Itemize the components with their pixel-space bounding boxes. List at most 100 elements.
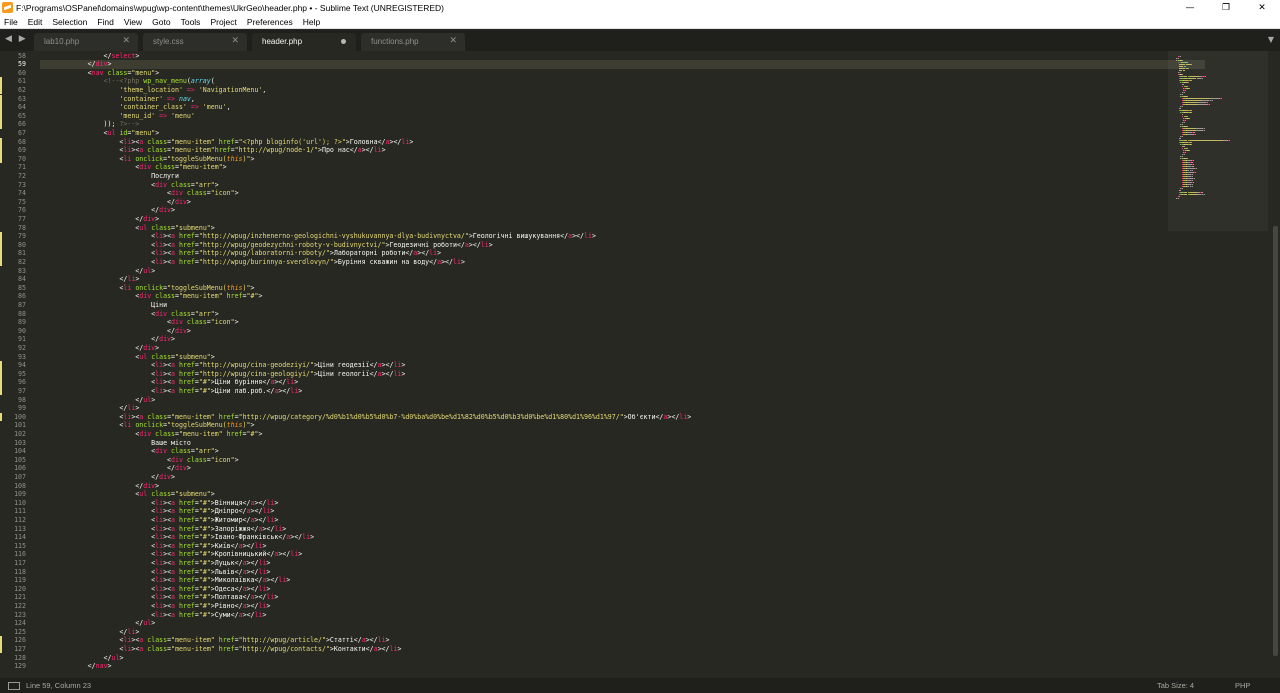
tab-close-icon[interactable]: ✕: [231, 36, 239, 46]
code-line[interactable]: <li><a class="menu-item"href="http://wpu…: [40, 146, 385, 155]
code-line[interactable]: <ul class="submenu">: [40, 224, 214, 233]
code-line[interactable]: Ваше місто: [40, 439, 191, 448]
code-line[interactable]: </ul>: [40, 267, 155, 276]
code-line[interactable]: </ul>: [40, 619, 155, 628]
code-line[interactable]: </div>: [40, 60, 112, 69]
minimap[interactable]: [1168, 51, 1268, 678]
code-line[interactable]: <ul class="submenu">: [40, 353, 214, 362]
code-line[interactable]: <li><a href="http://wpug/geodezychni-rob…: [40, 241, 493, 250]
code-line[interactable]: </div>: [40, 327, 191, 336]
tab-header[interactable]: header.php: [252, 33, 356, 51]
code-line[interactable]: <li><a href="#">Луцьк</a></li>: [40, 559, 270, 568]
code-line[interactable]: <li><a class="menu-item" href="<?php blo…: [40, 138, 413, 147]
code-line[interactable]: <li><a href="#">Рівно</a></li>: [40, 602, 270, 611]
menu-help[interactable]: Help: [298, 17, 325, 27]
code-line[interactable]: </div>: [40, 206, 175, 215]
code-line[interactable]: <li><a href="#">Миколаївка</a></li>: [40, 576, 290, 585]
code-line[interactable]: <li><a href="http://wpug/laboratorni-rob…: [40, 249, 441, 258]
menu-edit[interactable]: Edit: [23, 17, 48, 27]
code-line[interactable]: </div>: [40, 215, 159, 224]
code-line[interactable]: Ціни: [40, 301, 167, 310]
code-line[interactable]: <li><a href="#">Ціни лаб.роб.</a></li>: [40, 387, 302, 396]
code-line[interactable]: </div>: [40, 198, 191, 207]
code-line[interactable]: Послуги: [40, 172, 179, 181]
syntax-indicator[interactable]: PHP: [1235, 681, 1250, 690]
code-line[interactable]: </ul>: [40, 396, 155, 405]
tab-functions[interactable]: functions.php ✕: [361, 33, 465, 51]
code-line[interactable]: 'theme_location' => 'NavigationMenu',: [40, 86, 266, 95]
code-line[interactable]: </select>: [40, 52, 140, 61]
code-line[interactable]: <li><a class="menu-item" href="http://wp…: [40, 636, 389, 645]
tab-close-icon[interactable]: ✕: [449, 36, 457, 46]
code-line[interactable]: <li><a href="#">Житомир</a></li>: [40, 516, 278, 525]
tab-close-icon[interactable]: ✕: [122, 36, 130, 46]
editor-area[interactable]: 58 59 60 61 62 63 64 65 66 67 68 69 70 71 72 73 74 75 76 77…: [0, 51, 1280, 678]
code-line[interactable]: 'menu_id' => 'menu': [40, 112, 194, 121]
code-line[interactable]: <nav class="menu">: [40, 69, 160, 78]
code-line[interactable]: <div class="menu-item">: [40, 163, 226, 172]
tab-lab10[interactable]: lab10.php ✕: [34, 33, 138, 51]
code-line[interactable]: )); ?>-->: [40, 120, 140, 129]
panel-toggle-icon[interactable]: [8, 681, 20, 690]
menu-goto[interactable]: Goto: [147, 17, 175, 27]
unsaved-dot-icon[interactable]: [341, 39, 346, 44]
menu-selection[interactable]: Selection: [47, 17, 92, 27]
code-line[interactable]: <li><a href="#">Запоріжжя</a></li>: [40, 525, 286, 534]
code-line[interactable]: <li><a href="http://wpug/inzhenerno-geol…: [40, 232, 596, 241]
menu-tools[interactable]: Tools: [176, 17, 206, 27]
menu-file[interactable]: File: [0, 17, 23, 27]
close-button[interactable]: ✕: [1244, 0, 1280, 15]
tab-navigation-arrows-icon[interactable]: ◀ ▶: [5, 34, 28, 44]
code-line[interactable]: <li><a href="http://wpug/burinnya-sverdl…: [40, 258, 465, 267]
code-line[interactable]: </div>: [40, 482, 159, 491]
code-line[interactable]: <li><a href="#">Кропівницький</a></li>: [40, 550, 302, 559]
scrollbar-thumb[interactable]: [1273, 226, 1278, 656]
minimize-button[interactable]: —: [1172, 0, 1208, 15]
code-line[interactable]: <li><a href="#">Дніпро</a></li>: [40, 507, 274, 516]
tab-size-indicator[interactable]: Tab Size: 4: [1157, 681, 1194, 690]
menu-project[interactable]: Project: [205, 17, 241, 27]
code-line[interactable]: <div class="menu-item" href="#">: [40, 430, 262, 439]
code-line[interactable]: <div class="icon">: [40, 318, 239, 327]
menu-find[interactable]: Find: [92, 17, 119, 27]
code-line[interactable]: <li onclick="toggleSubMenu(this)">: [40, 284, 254, 293]
code-line[interactable]: <li><a href="#">Івано-Франківськ</a></li…: [40, 533, 314, 542]
code-line[interactable]: <div class="icon">: [40, 189, 239, 198]
code-line[interactable]: <div class="arr">: [40, 181, 219, 190]
code-line[interactable]: <li><a href="#">Суми</a></li>: [40, 611, 266, 620]
code-line[interactable]: <li><a href="#">Ціни буріння</a></li>: [40, 378, 298, 387]
code-line[interactable]: <li><a href="#">Київ</a></li>: [40, 542, 266, 551]
code-view[interactable]: </select> </div> <nav class="menu"> <!--…: [40, 51, 1205, 678]
code-line[interactable]: </div>: [40, 464, 191, 473]
code-line[interactable]: </ul>: [40, 654, 124, 663]
tab-list-dropdown-icon[interactable]: ▼: [1268, 35, 1274, 44]
code-line[interactable]: </div>: [40, 335, 175, 344]
code-line[interactable]: <ul class="submenu">: [40, 490, 214, 499]
vertical-scrollbar[interactable]: [1270, 51, 1280, 678]
code-line[interactable]: </div>: [40, 473, 175, 482]
code-line[interactable]: 'container' => nav,: [40, 95, 194, 104]
menu-view[interactable]: View: [119, 17, 147, 27]
code-line[interactable]: </nav>: [40, 662, 112, 671]
code-line[interactable]: </li>: [40, 628, 139, 637]
code-line[interactable]: <div class="menu-item" href="#">: [40, 292, 262, 301]
code-line[interactable]: <li onclick="toggleSubMenu(this)">: [40, 155, 254, 164]
code-line[interactable]: <div class="icon">: [40, 456, 239, 465]
menu-preferences[interactable]: Preferences: [242, 17, 298, 27]
code-line[interactable]: <div class="arr">: [40, 310, 219, 319]
code-line[interactable]: <li><a class="menu-item" href="http://wp…: [40, 645, 401, 654]
maximize-button[interactable]: ❐: [1208, 0, 1244, 15]
code-line[interactable]: <ul id="menu">: [40, 129, 160, 138]
tab-style[interactable]: style.css ✕: [143, 33, 247, 51]
code-line[interactable]: </li>: [40, 275, 139, 284]
code-line[interactable]: <li><a href="#">Львів</a></li>: [40, 568, 270, 577]
code-line[interactable]: <li><a class="menu-item" href="http://wp…: [40, 413, 691, 422]
code-line[interactable]: <li><a href="#">Одеса</a></li>: [40, 585, 270, 594]
code-line[interactable]: <li><a href="#">Полтава</a></li>: [40, 593, 278, 602]
code-line[interactable]: </li>: [40, 404, 139, 413]
code-line[interactable]: <li><a href="#">Вінниця</a></li>: [40, 499, 278, 508]
code-line[interactable]: <!--<?php wp_nav_menu(array(: [40, 77, 215, 86]
code-line[interactable]: <li><a href="http://wpug/cina-geodeziyi/…: [40, 361, 405, 370]
code-line[interactable]: </div>: [40, 344, 159, 353]
code-line[interactable]: <li><a href="http://wpug/cina-geologiyi/…: [40, 370, 405, 379]
